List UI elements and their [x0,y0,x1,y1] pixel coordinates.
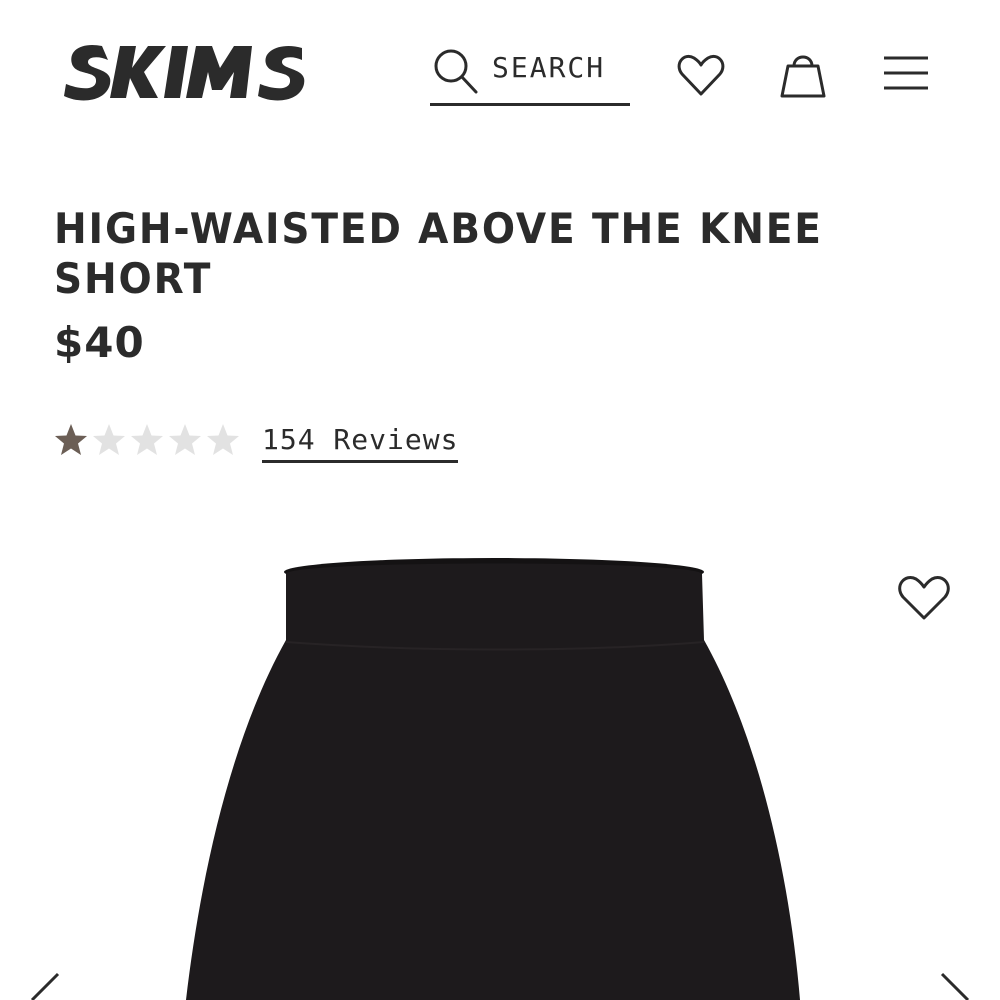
brand-logo[interactable] [62,38,318,106]
heart-icon[interactable] [896,572,952,624]
star-empty-icon [169,424,201,455]
star-empty-icon [131,424,163,455]
chevron-left-icon[interactable] [22,972,66,1000]
hamburger-menu-icon[interactable] [880,52,932,94]
product-page: SEARCH HIGH-WAISTED ABOVE THE KNEE SHORT… [0,0,1000,1000]
shopping-bag-icon[interactable] [778,48,828,100]
star-empty-icon [207,424,239,455]
product-image[interactable] [0,520,1000,1000]
product-title: HIGH-WAISTED ABOVE THE KNEE SHORT [54,204,823,303]
product-price: $40 [54,318,145,367]
star-filled-icon [55,424,87,455]
reviews-link[interactable]: 154 Reviews [262,422,459,463]
chevron-right-icon[interactable] [934,972,978,1000]
star-empty-icon [93,424,125,455]
search-icon[interactable] [430,46,480,96]
skims-logo-graphic [64,44,305,101]
search-bar[interactable]: SEARCH [430,42,630,106]
search-label[interactable]: SEARCH [492,50,605,86]
rating-stars[interactable] [54,420,244,460]
heart-icon[interactable] [676,50,726,100]
black-shorts-image [186,558,800,1000]
